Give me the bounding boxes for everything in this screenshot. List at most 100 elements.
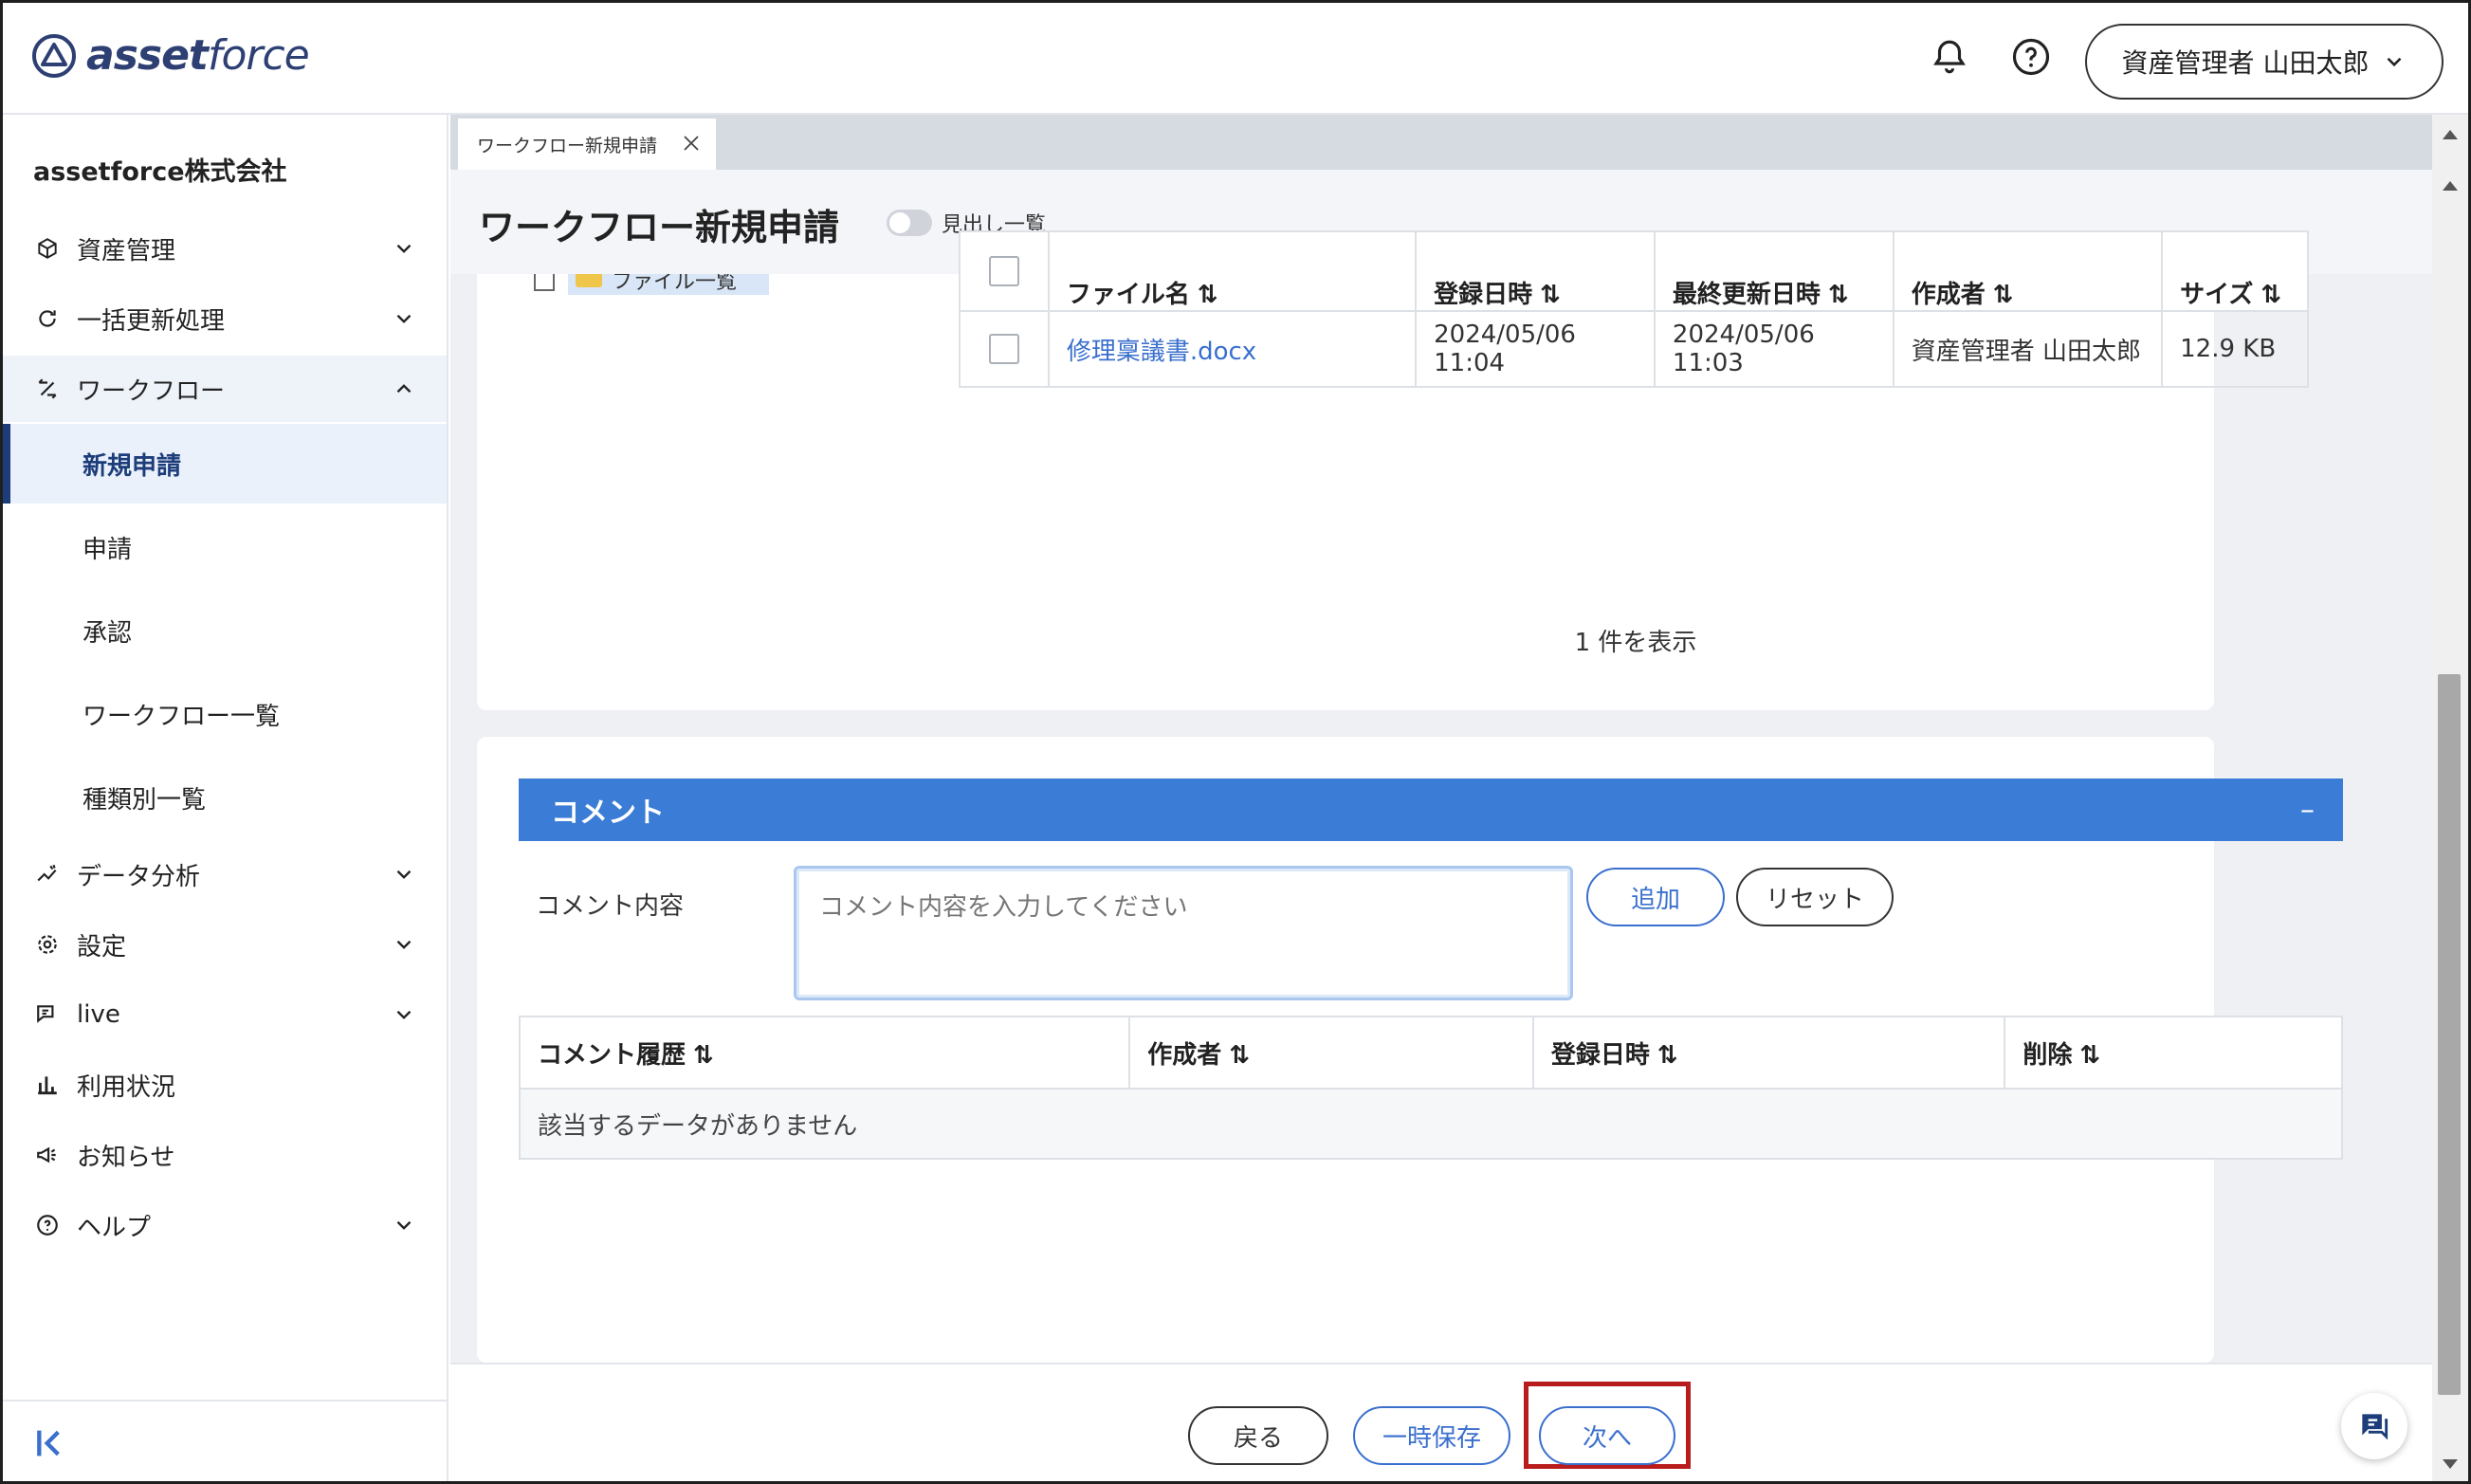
empty-message: 該当するデータがありません bbox=[519, 1088, 2343, 1160]
sort-icon: ⇅ bbox=[1197, 281, 1218, 309]
sort-icon: ⇅ bbox=[1656, 1040, 1678, 1070]
sidebar-sub-workflow-list[interactable]: ワークフロー一覧 bbox=[3, 674, 447, 754]
collapse-icon[interactable]: – bbox=[2300, 794, 2315, 827]
logo-text: assetforce bbox=[86, 31, 310, 80]
temporary-save-button[interactable]: 一時保存 bbox=[1353, 1406, 1510, 1465]
table-header-row: コメント履歴 ⇅ 作成者 ⇅ 登録日時 ⇅ 削除 ⇅ bbox=[518, 1016, 2343, 1090]
user-name: 資産管理者 山田太郎 bbox=[2121, 47, 2370, 79]
chevron-down-icon bbox=[396, 940, 412, 949]
bell-icon[interactable] bbox=[1928, 35, 1971, 79]
refresh-icon bbox=[33, 304, 62, 333]
file-registered: 2024/05/06 11:04 bbox=[1415, 310, 1656, 388]
sort-icon: ⇅ bbox=[1540, 281, 1561, 309]
user-menu-button[interactable]: 資産管理者 山田太郎 bbox=[2085, 24, 2444, 100]
bar-chart-icon bbox=[33, 1071, 62, 1099]
app-window: assetforce 資産管理者 山田太郎 assetforce株式会社 資産管… bbox=[0, 0, 2471, 1484]
column-author[interactable]: 作成者 ⇅ bbox=[1892, 230, 2164, 312]
sort-icon: ⇅ bbox=[1827, 281, 1849, 309]
tree-node-file-list[interactable]: ファイル一覧 bbox=[568, 274, 769, 295]
heading-list-toggle[interactable] bbox=[887, 210, 932, 236]
sidebar-sub-request[interactable]: 申請 bbox=[3, 507, 447, 587]
reset-comment-button[interactable]: リセット bbox=[1736, 868, 1894, 926]
comment-section-header[interactable]: コメント – bbox=[519, 779, 2343, 841]
sidebar-item-data-analysis[interactable]: データ分析 bbox=[3, 841, 447, 907]
scroll-thumb[interactable] bbox=[2438, 674, 2461, 1395]
column-registered[interactable]: 登録日時 ⇅ bbox=[1415, 230, 1656, 312]
sort-icon: ⇅ bbox=[1229, 1040, 1251, 1070]
file-updated: 2024/05/06 11:03 bbox=[1653, 310, 1894, 388]
inner-scroll-up-arrow-icon[interactable] bbox=[2443, 181, 2458, 191]
sort-icon: ⇅ bbox=[1992, 281, 2014, 309]
next-button[interactable]: 次へ bbox=[1539, 1406, 1675, 1465]
chevron-down-icon bbox=[396, 1220, 412, 1230]
scroll-down-arrow-icon[interactable] bbox=[2443, 1459, 2458, 1469]
chevron-down-icon bbox=[396, 244, 412, 253]
sidebar-item-notices[interactable]: お知らせ bbox=[3, 1122, 447, 1188]
analytics-icon bbox=[33, 860, 62, 889]
tab-bar: ワークフロー新規申請 bbox=[450, 115, 2432, 170]
row-checkbox[interactable] bbox=[988, 334, 1019, 364]
row-select-cell bbox=[959, 310, 1050, 388]
sort-icon: ⇅ bbox=[2079, 1040, 2101, 1070]
main-content: ワークフロー新規申請 ワークフロー新規申請 見出し一覧 ファイル一覧 ファイル名… bbox=[450, 115, 2432, 1481]
sidebar-sub-approval[interactable]: 承認 bbox=[3, 591, 447, 670]
sort-icon: ⇅ bbox=[2261, 281, 2282, 309]
expand-icon[interactable] bbox=[534, 274, 555, 291]
file-tree: ファイル一覧 bbox=[534, 274, 780, 295]
column-updated[interactable]: 最終更新日時 ⇅ bbox=[1653, 230, 1894, 312]
table-row: 修理稟議書.docx 2024/05/06 11:04 2024/05/06 1… bbox=[959, 310, 2309, 388]
scroll-up-arrow-icon[interactable] bbox=[2443, 130, 2458, 139]
file-name-link[interactable]: 修理稟議書.docx bbox=[1047, 310, 1418, 388]
sidebar-footer bbox=[3, 1400, 447, 1481]
logo-triangle-icon bbox=[32, 33, 76, 78]
select-all-checkbox[interactable] bbox=[988, 256, 1019, 286]
column-comment-date[interactable]: 登録日時 ⇅ bbox=[1531, 1016, 2006, 1090]
sidebar-item-help[interactable]: ヘルプ bbox=[3, 1192, 447, 1258]
result-count: 1 件を表示 bbox=[1574, 629, 1697, 657]
megaphone-icon bbox=[33, 1141, 62, 1169]
file-size: 12.9 KB bbox=[2161, 310, 2309, 388]
sidebar-item-live[interactable]: live bbox=[3, 981, 447, 1048]
cube-icon bbox=[33, 234, 62, 263]
chevron-up-icon bbox=[396, 384, 412, 394]
file-table: ファイル名 ⇅ 登録日時 ⇅ 最終更新日時 ⇅ 作成者 ⇅ サイズ ⇅ 修理稟議書.doc… bbox=[959, 230, 2309, 388]
column-comment-delete[interactable]: 削除 ⇅ bbox=[2004, 1016, 2343, 1090]
sidebar: assetforce株式会社 資産管理 一括更新処理 ワークフロー 新規申請 申… bbox=[3, 115, 448, 1481]
help-icon bbox=[33, 1211, 62, 1239]
help-circle-icon[interactable] bbox=[2009, 35, 2053, 79]
top-header: assetforce 資産管理者 山田太郎 bbox=[3, 3, 2468, 115]
sidebar-item-workflow[interactable]: ワークフロー bbox=[3, 356, 447, 422]
chevron-down-icon bbox=[2388, 57, 2402, 67]
sidebar-sub-type-list[interactable]: 種類別一覧 bbox=[3, 758, 447, 837]
chevron-down-icon bbox=[396, 870, 412, 879]
column-size[interactable]: サイズ ⇅ bbox=[2161, 230, 2309, 312]
sidebar-sub-new-request[interactable]: 新規申請 bbox=[3, 424, 447, 504]
comment-input[interactable] bbox=[794, 866, 1573, 1000]
company-name: assetforce株式会社 bbox=[33, 157, 287, 187]
chat-button[interactable] bbox=[2341, 1393, 2407, 1459]
chevron-down-icon bbox=[396, 314, 412, 323]
sidebar-item-usage[interactable]: 利用状況 bbox=[3, 1052, 447, 1118]
comment-content-label: コメント内容 bbox=[536, 892, 685, 921]
close-icon[interactable] bbox=[680, 132, 703, 155]
sidebar-item-settings[interactable]: 設定 bbox=[3, 911, 447, 978]
tab-workflow-new-request[interactable]: ワークフロー新規申請 bbox=[458, 119, 716, 170]
column-filename[interactable]: ファイル名 ⇅ bbox=[1047, 230, 1418, 312]
back-button[interactable]: 戻る bbox=[1188, 1406, 1328, 1465]
table-row: 該当するデータがありません bbox=[519, 1088, 2343, 1160]
chevron-down-icon bbox=[396, 1010, 412, 1019]
comment-history-table: コメント履歴 ⇅ 作成者 ⇅ 登録日時 ⇅ 削除 ⇅ 該当するデータがありません bbox=[518, 1016, 2343, 1160]
logo[interactable]: assetforce bbox=[31, 31, 310, 80]
select-all-cell bbox=[959, 230, 1050, 312]
footer-action-bar: 戻る 一時保存 次へ bbox=[450, 1363, 2432, 1481]
column-comment-author[interactable]: 作成者 ⇅ bbox=[1128, 1016, 1534, 1090]
sidebar-item-asset-management[interactable]: 資産管理 bbox=[3, 215, 447, 282]
file-author: 資産管理者 山田太郎 bbox=[1892, 310, 2164, 388]
add-comment-button[interactable]: 追加 bbox=[1586, 868, 1725, 926]
column-comment-history[interactable]: コメント履歴 ⇅ bbox=[518, 1016, 1131, 1090]
workflow-icon bbox=[33, 375, 62, 403]
sidebar-item-bulk-update[interactable]: 一括更新処理 bbox=[3, 285, 447, 352]
collapse-sidebar-icon[interactable] bbox=[31, 1424, 69, 1462]
page-title: ワークフロー新規申請 bbox=[479, 207, 840, 248]
vertical-scrollbar[interactable] bbox=[2432, 115, 2468, 1481]
